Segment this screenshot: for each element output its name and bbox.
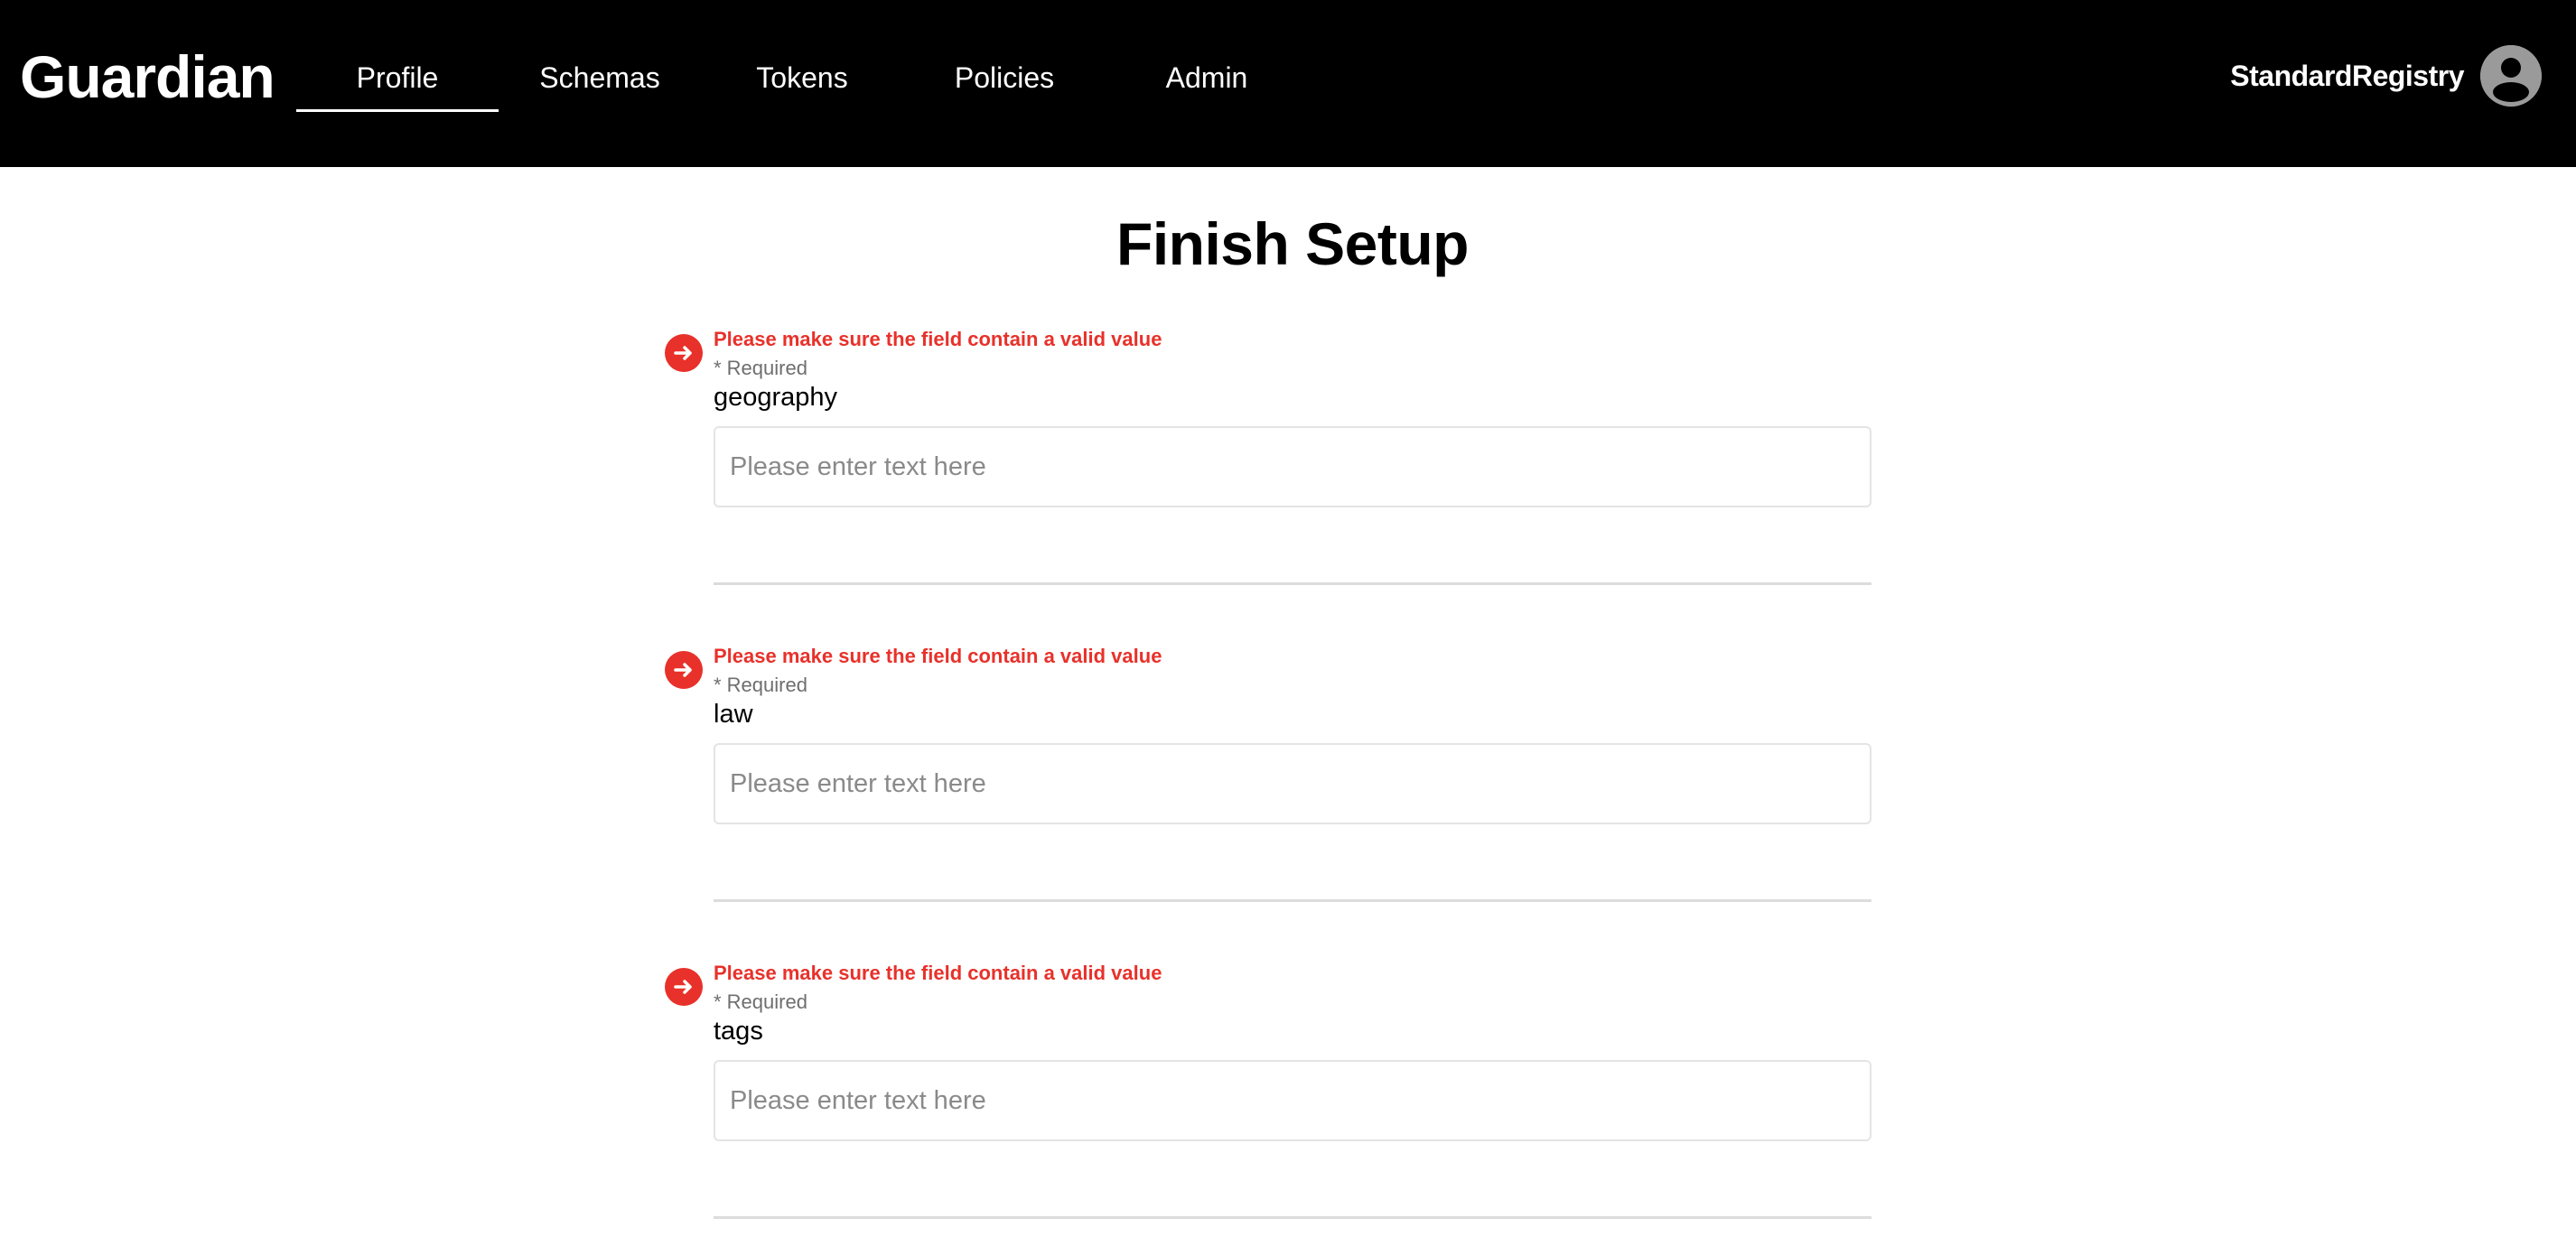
- brand-logo[interactable]: Guardian: [20, 38, 275, 116]
- field-label: law: [714, 700, 753, 729]
- error-arrow-icon: [665, 334, 703, 372]
- field-divider: [714, 1216, 1871, 1219]
- user-circle-icon[interactable]: [2480, 45, 2542, 107]
- field-required-note: * Required: [714, 674, 807, 696]
- field-error-message: Please make sure the field contain a val…: [714, 328, 1162, 350]
- nav-item-tokens[interactable]: Tokens: [701, 47, 903, 112]
- law-input[interactable]: [714, 743, 1871, 824]
- field-divider: [714, 582, 1871, 585]
- user-name: StandardRegistry: [2230, 59, 2464, 92]
- nav-item-schemas[interactable]: Schemas: [499, 47, 701, 112]
- form-field-tags: Please make sure the field contain a val…: [665, 961, 1871, 1223]
- top-navbar: Guardian Profile Schemas Tokens Policies…: [0, 0, 2576, 167]
- form-field-geography: Please make sure the field contain a val…: [665, 327, 1871, 589]
- nav-item-policies[interactable]: Policies: [903, 47, 1106, 112]
- field-error-message: Please make sure the field contain a val…: [714, 645, 1162, 667]
- tags-input[interactable]: [714, 1060, 1871, 1141]
- form-field-law: Please make sure the field contain a val…: [665, 644, 1871, 906]
- geography-input[interactable]: [714, 426, 1871, 507]
- field-required-note: * Required: [714, 990, 807, 1013]
- error-arrow-icon: [665, 968, 703, 1006]
- main-nav: Profile Schemas Tokens Policies Admin: [296, 47, 1308, 112]
- page-title: Finish Setup: [1116, 210, 1470, 277]
- nav-item-admin[interactable]: Admin: [1106, 47, 1308, 112]
- error-arrow-icon: [665, 651, 703, 689]
- nav-item-profile[interactable]: Profile: [296, 47, 499, 112]
- field-label: geography: [714, 383, 838, 412]
- user-menu[interactable]: StandardRegistry: [2230, 43, 2542, 108]
- field-label: tags: [714, 1017, 763, 1046]
- field-divider: [714, 899, 1871, 902]
- field-error-message: Please make sure the field contain a val…: [714, 962, 1162, 984]
- field-required-note: * Required: [714, 357, 807, 379]
